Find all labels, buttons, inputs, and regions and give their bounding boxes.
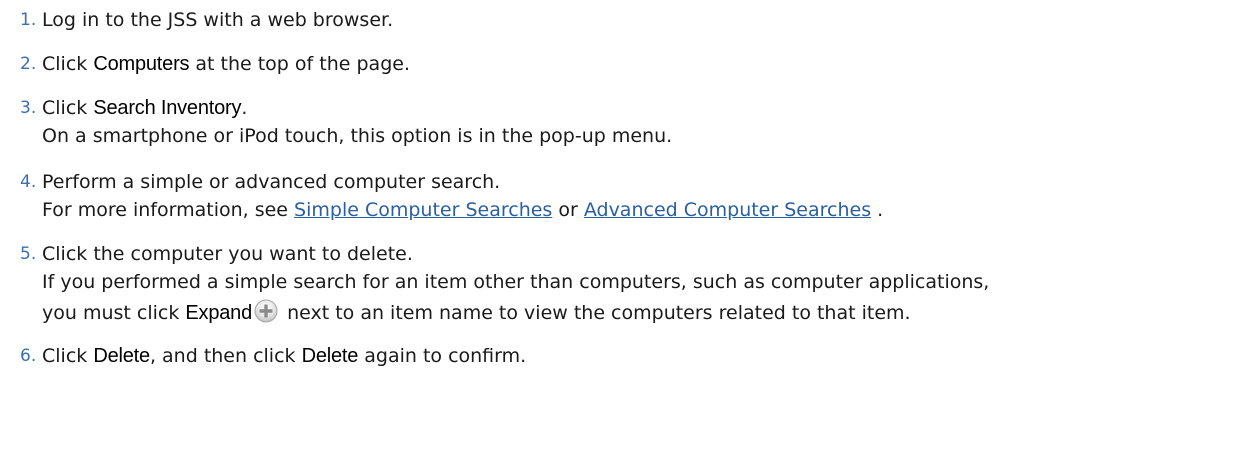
step-text-post: again to confirm. <box>358 345 527 367</box>
step-text-mid: , and then click <box>149 345 302 367</box>
step-body: Click Delete, and then click Delete agai… <box>42 342 1247 370</box>
step-text: Click Delete, and then click Delete agai… <box>42 342 1247 370</box>
step-text: Click the computer you want to delete. <box>42 243 413 265</box>
step-number: 4. <box>20 172 37 192</box>
step-5: 5. Click the computer you want to delete… <box>20 240 1247 330</box>
note-mid: or <box>552 199 584 221</box>
step-body: Click the computer you want to delete. I… <box>42 240 1247 330</box>
step-body: Log in to the JSS with a web browser. <box>42 6 1247 34</box>
step-number: 1. <box>20 10 37 30</box>
note-pre: you must click <box>42 302 186 324</box>
step-number: 2. <box>20 54 37 74</box>
expand-plus-icon <box>254 299 278 323</box>
step-body: Click Search Inventory. On a smartphone … <box>42 94 1247 150</box>
step-text-post: at the top of the page. <box>189 53 410 75</box>
procedure-steps: 1. Log in to the JSS with a web browser.… <box>0 0 1247 370</box>
step-number: 5. <box>20 244 37 264</box>
ui-term-search-inventory: Search Inventory <box>93 97 242 119</box>
step-body: Perform a simple or advanced computer se… <box>42 168 1247 224</box>
step-3: 3. Click Search Inventory. On a smartpho… <box>20 94 1247 150</box>
step-text-pre: Click <box>42 53 94 75</box>
step-text-post: . <box>241 97 248 119</box>
note-pre: For more information, see <box>42 199 295 221</box>
step-2: 2. Click Computers at the top of the pag… <box>20 50 1247 78</box>
step-text-pre: Click <box>42 97 94 119</box>
step-6: 6. Click Delete, and then click Delete a… <box>20 342 1247 370</box>
ui-term-delete-confirm: Delete <box>301 345 359 367</box>
step-text: Click Computers at the top of the page. <box>42 50 1247 78</box>
step-text: Click Search Inventory. <box>42 94 1247 122</box>
note-post: . <box>871 199 884 221</box>
step-note: On a smartphone or iPod touch, this opti… <box>42 125 673 147</box>
step-note: For more information, see Simple Compute… <box>42 196 1247 224</box>
step-body: Click Computers at the top of the page. <box>42 50 1247 78</box>
step-number: 6. <box>20 346 37 366</box>
step-1: 1. Log in to the JSS with a web browser. <box>20 6 1247 34</box>
step-text: Log in to the JSS with a web browser. <box>42 9 394 31</box>
step-4: 4. Perform a simple or advanced computer… <box>20 168 1247 224</box>
step-note: you must click Expand next to an item na… <box>42 296 1247 330</box>
note-post: next to an item name to view the compute… <box>281 302 911 324</box>
step-number: 3. <box>20 98 37 118</box>
step-text-pre: Click <box>42 345 94 367</box>
ui-term-expand: Expand <box>185 302 253 324</box>
step-note: If you performed a simple search for an … <box>42 271 990 293</box>
step-text: Perform a simple or advanced computer se… <box>42 171 501 193</box>
link-simple-computer-searches[interactable]: Simple Computer Searches <box>294 199 552 221</box>
ui-term-computers: Computers <box>93 53 190 75</box>
link-advanced-computer-searches[interactable]: Advanced Computer Searches <box>584 199 871 221</box>
ui-term-delete: Delete <box>93 345 150 367</box>
